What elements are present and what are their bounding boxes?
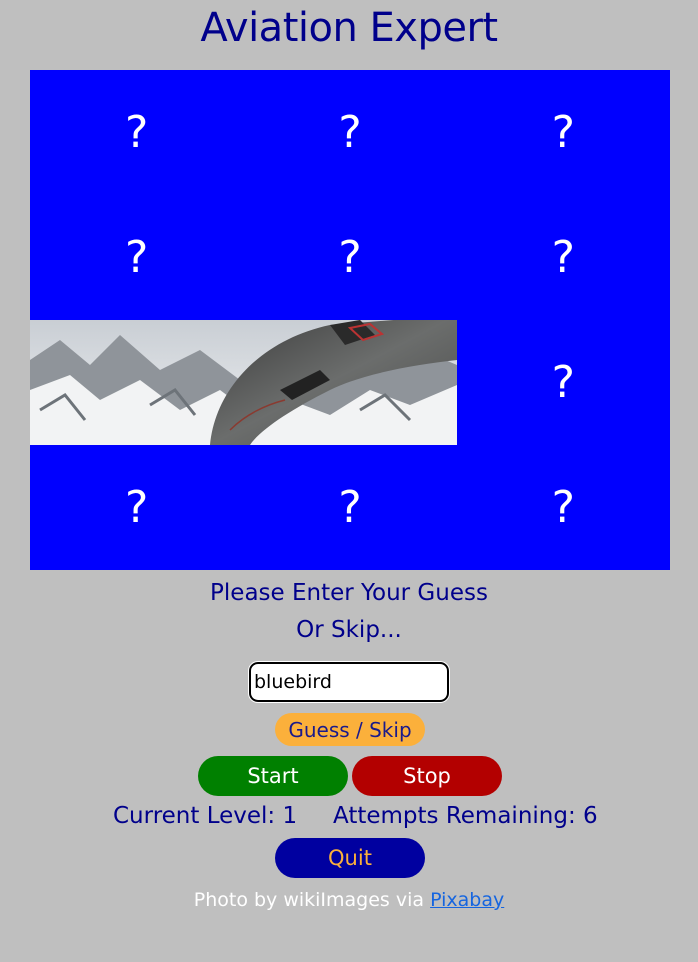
tile-2[interactable]: ? [243,70,457,195]
tile-question-mark: ? [551,107,575,158]
tile-6[interactable]: ? [456,195,670,320]
start-button[interactable]: Start [198,756,348,796]
guess-input[interactable] [249,662,449,702]
pixabay-link[interactable]: Pixabay [430,889,504,911]
tile-8[interactable]: ? [243,320,457,445]
guess-skip-button[interactable]: Guess / Skip [275,713,425,746]
tile-7[interactable]: ? [30,320,244,445]
tile-question-mark: ? [338,482,362,533]
tile-question-mark: ? [551,232,575,283]
guess-prompt-line-1: Please Enter Your Guess [210,580,488,606]
tile-11[interactable]: ? [243,445,457,570]
photo-credit-text: Photo by wikiImages via [193,889,431,911]
game-title: Aviation Expert [200,5,498,51]
tile-question-mark: ? [124,482,149,533]
quit-button[interactable]: Quit [275,838,425,878]
current-level: Current Level: 1 [113,803,298,829]
tile-9[interactable]: ? [456,320,670,445]
tile-question-mark: ? [551,357,575,408]
tile-question-mark: ? [338,232,362,283]
tile-10[interactable]: ? [30,445,244,570]
stop-button[interactable]: Stop [352,756,502,796]
aircraft-photo-fragment [30,320,244,445]
tile-question-mark: ? [338,107,362,158]
tile-3[interactable]: ? [456,70,670,195]
tile-5[interactable]: ? [243,195,457,320]
tile-question-mark: ? [124,232,149,283]
tile-12[interactable]: ? [456,445,670,570]
attempts-remaining: Attempts Remaining: 6 [333,803,598,829]
tile-4[interactable]: ? [30,195,244,320]
guess-prompt-line-2: Or Skip... [296,617,402,643]
tile-question-mark: ? [551,482,575,533]
photo-credit: Photo by wikiImages via Pixabay [0,887,698,913]
tile-question-mark: ? [124,107,149,158]
image-tile-grid: ? ? ? ? ? ? ? ? ? ? ? ? [30,70,670,570]
aircraft-photo-fragment [243,320,457,445]
tile-1[interactable]: ? [30,70,244,195]
